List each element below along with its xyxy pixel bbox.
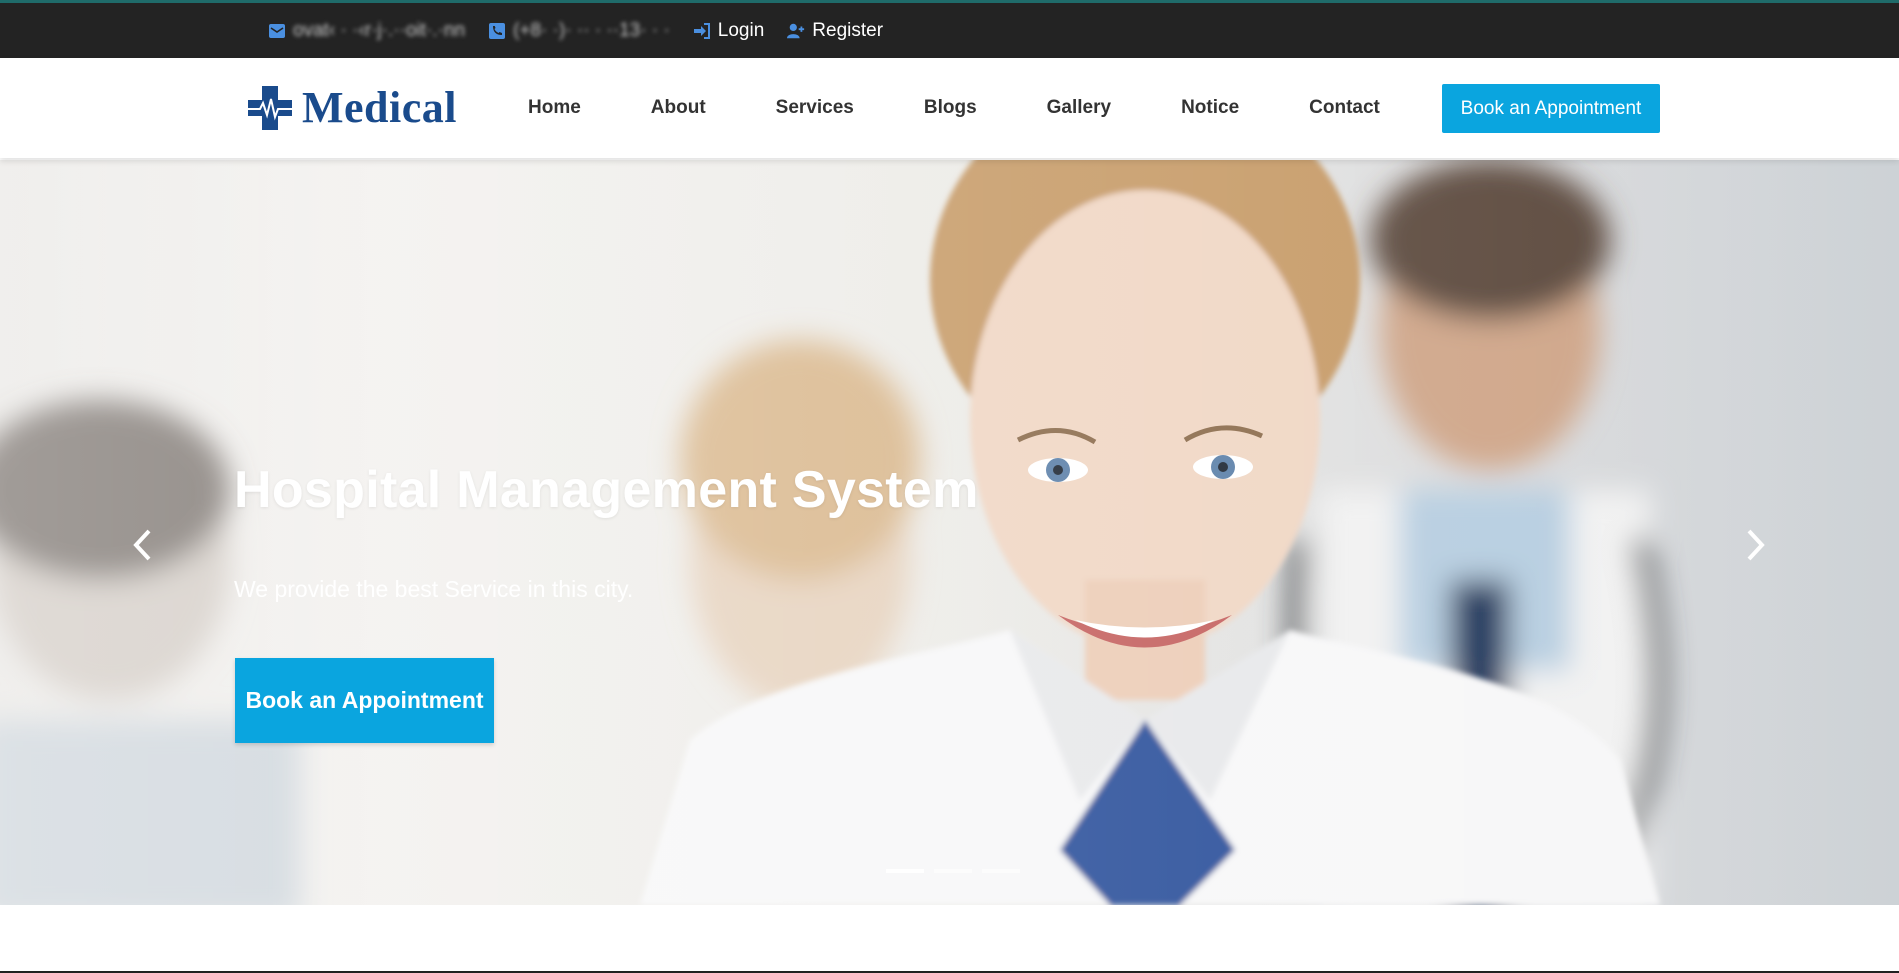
phone-icon bbox=[487, 21, 507, 41]
header-book-appointment-button[interactable]: Book an Appointment bbox=[1442, 84, 1660, 133]
register-link[interactable]: Register bbox=[786, 20, 883, 42]
top-info-bar: ovat‹ · ·‹r·j·.··oit·.·nn (+8· ·)· ·· · … bbox=[0, 3, 1899, 58]
nav-gallery[interactable]: Gallery bbox=[1047, 97, 1111, 119]
logo-text: Medical bbox=[302, 83, 458, 132]
logo[interactable]: Medical bbox=[246, 82, 457, 133]
main-nav: Home About Services Blogs Gallery Notice… bbox=[528, 58, 1380, 158]
hero-book-appointment-button[interactable]: Book an Appointment bbox=[235, 658, 494, 743]
phone-contact[interactable]: (+8· ·)· ·· · ··13· · · bbox=[487, 20, 670, 42]
hero-background-image bbox=[0, 160, 1899, 905]
nav-contact[interactable]: Contact bbox=[1309, 97, 1380, 119]
carousel-prev-button[interactable] bbox=[122, 520, 162, 570]
carousel-indicators bbox=[886, 869, 1020, 873]
carousel-indicator-1[interactable] bbox=[886, 869, 924, 873]
sign-in-icon bbox=[692, 21, 712, 41]
nav-blogs[interactable]: Blogs bbox=[924, 97, 977, 119]
phone-text: (+8· ·)· ·· · ··13· · · bbox=[513, 19, 670, 41]
hero-title: Hospital Management System bbox=[234, 461, 979, 519]
nav-home[interactable]: Home bbox=[528, 97, 581, 119]
medical-cross-icon bbox=[248, 85, 292, 130]
chevron-right-icon bbox=[1747, 529, 1765, 561]
email-contact[interactable]: ovat‹ · ·‹r·j·.··oit·.·nn bbox=[267, 20, 465, 42]
carousel-indicator-2[interactable] bbox=[934, 869, 972, 873]
register-label: Register bbox=[812, 19, 884, 41]
email-text: ovat‹ · ·‹r·j·.··oit·.·nn bbox=[293, 19, 466, 41]
carousel-indicator-3[interactable] bbox=[982, 869, 1020, 873]
login-link[interactable]: Login bbox=[692, 19, 765, 42]
nav-services[interactable]: Services bbox=[776, 97, 854, 119]
login-label: Login bbox=[717, 19, 765, 41]
carousel-next-button[interactable] bbox=[1736, 520, 1776, 570]
user-plus-icon bbox=[786, 21, 806, 41]
nav-notice[interactable]: Notice bbox=[1181, 97, 1239, 119]
nav-about[interactable]: About bbox=[651, 97, 706, 119]
envelope-icon bbox=[267, 21, 287, 41]
hero-carousel: Hospital Management System We provide th… bbox=[0, 160, 1899, 905]
chevron-left-icon bbox=[133, 529, 151, 561]
site-header: Medical Home About Services Blogs Galler… bbox=[0, 58, 1899, 158]
hero-subtitle: We provide the best Service in this city… bbox=[234, 576, 634, 602]
